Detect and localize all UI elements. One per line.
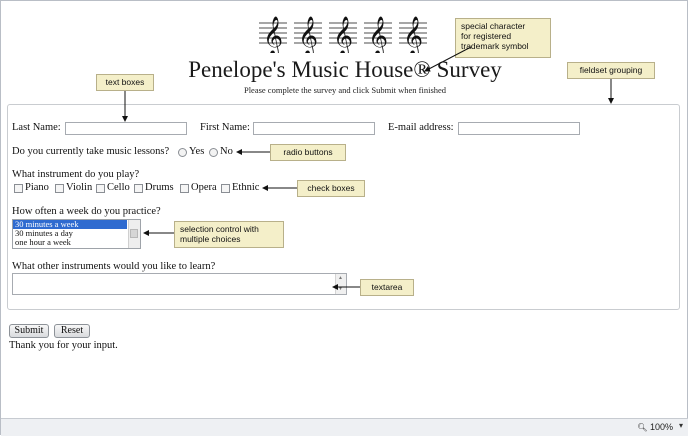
lessons-no-radio[interactable]	[209, 148, 218, 157]
last-name-label: Last Name:	[12, 122, 61, 133]
callout-line: selection control with	[180, 224, 259, 234]
zoom-icon: 🔍︎	[637, 423, 648, 432]
callout-special-character: special character for registered tradema…	[455, 18, 551, 58]
treble-clef-icon: 𝄞	[329, 16, 357, 53]
zoom-value: 100%	[649, 422, 673, 432]
callout-fieldset: fieldset grouping	[567, 62, 655, 79]
thank-you-text: Thank you for your input.	[9, 340, 118, 351]
zoom-level[interactable]: 🔍︎ 100%	[637, 422, 673, 432]
scrollbar-thumb[interactable]	[130, 229, 138, 238]
callout-check-boxes: check boxes	[297, 180, 365, 197]
lessons-no-label: No	[220, 146, 233, 157]
callout-line: multiple choices	[180, 234, 241, 244]
callout-selection-control: selection control with multiple choices	[174, 221, 284, 248]
chevron-down-icon[interactable]: ▾	[679, 421, 683, 430]
scroll-up-icon[interactable]: ▲	[338, 276, 343, 281]
textarea-scrollbar[interactable]: ▲ ▼	[335, 274, 346, 294]
piano-checkbox[interactable]	[14, 184, 23, 193]
callout-line: for registered	[461, 31, 512, 41]
treble-clef-icon: 𝄞	[259, 16, 287, 53]
last-name-input[interactable]	[65, 122, 187, 135]
status-bar: 🔍︎ 100% ▾	[1, 418, 688, 436]
first-name-input[interactable]	[253, 122, 375, 135]
treble-clef-icon: 𝄞	[294, 16, 322, 53]
email-input[interactable]	[458, 122, 580, 135]
callout-line: special character	[461, 21, 526, 31]
practice-option[interactable]: one hour a week	[13, 238, 127, 247]
other-instruments-textarea[interactable]: ▲ ▼	[12, 273, 347, 295]
opera-checkbox[interactable]	[180, 184, 189, 193]
ethnic-label: Ethnic	[232, 182, 260, 193]
lessons-question: Do you currently take music lessons?	[12, 146, 170, 157]
lessons-yes-label: Yes	[189, 146, 205, 157]
callout-line: trademark symbol	[461, 41, 529, 51]
drums-checkbox[interactable]	[134, 184, 143, 193]
scroll-down-icon[interactable]: ▼	[338, 287, 343, 292]
lessons-yes-radio[interactable]	[178, 148, 187, 157]
reset-button[interactable]: Reset	[54, 324, 90, 338]
practice-question: How often a week do you practice?	[12, 206, 161, 217]
submit-button[interactable]: Submit	[9, 324, 49, 338]
svg-text:𝄞: 𝄞	[403, 16, 423, 53]
svg-text:𝄞: 𝄞	[263, 16, 283, 53]
browser-window: 𝄞 𝄞 𝄞 𝄞 𝄞 Penelope's Music House® Survey…	[0, 0, 688, 436]
cello-checkbox[interactable]	[96, 184, 105, 193]
practice-select-scrollbar[interactable]	[128, 220, 140, 248]
treble-clef-icon: 𝄞	[364, 16, 392, 53]
svg-text:𝄞: 𝄞	[368, 16, 388, 53]
opera-label: Opera	[191, 182, 217, 193]
instrument-question: What instrument do you play?	[12, 169, 140, 180]
practice-select[interactable]: 30 minutes a week 30 minutes a day one h…	[12, 219, 141, 249]
cello-label: Cello	[107, 182, 130, 193]
violin-label: Violin	[66, 182, 93, 193]
svg-text:𝄞: 𝄞	[298, 16, 318, 53]
ethnic-checkbox[interactable]	[221, 184, 230, 193]
callout-radio-buttons: radio buttons	[270, 144, 346, 161]
first-name-label: First Name:	[200, 122, 250, 133]
treble-clef-banner: 𝄞 𝄞 𝄞 𝄞 𝄞	[259, 11, 429, 53]
drums-label: Drums	[145, 182, 174, 193]
violin-checkbox[interactable]	[55, 184, 64, 193]
callout-textarea: textarea	[360, 279, 414, 296]
treble-clef-icon: 𝄞	[399, 16, 427, 53]
piano-label: Piano	[25, 182, 49, 193]
other-question: What other instruments would you like to…	[12, 261, 216, 272]
callout-text-boxes: text boxes	[96, 74, 154, 91]
email-label: E-mail address:	[388, 122, 454, 133]
svg-text:𝄞: 𝄞	[333, 16, 353, 53]
